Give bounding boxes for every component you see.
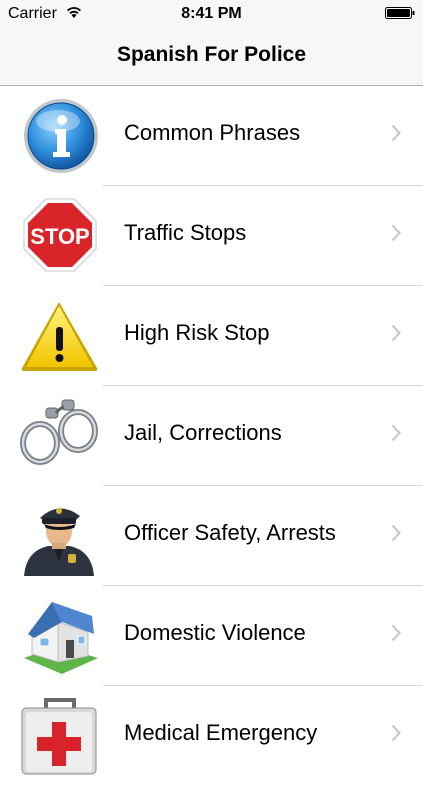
- menu-item-label: Common Phrases: [124, 120, 301, 145]
- chevron-right-icon: [391, 124, 401, 142]
- menu-item-high-risk-stop[interactable]: High Risk Stop: [0, 286, 423, 386]
- menu-item-officer-safety-arrests[interactable]: Officer Safety, Arrests: [0, 486, 423, 586]
- menu-item-label: Domestic Violence: [124, 620, 306, 645]
- info-icon: [24, 99, 98, 173]
- stop-sign-text: STOP: [30, 224, 90, 249]
- status-bar: Carrier 8:41 PM: [0, 0, 423, 28]
- menu-item-label: High Risk Stop: [124, 320, 270, 345]
- menu-item-jail-corrections[interactable]: Jail, Corrections: [0, 386, 423, 486]
- warning-icon: [21, 302, 98, 371]
- battery-icon: [385, 7, 415, 19]
- chevron-right-icon: [391, 724, 401, 742]
- menu-item-label: Traffic Stops: [124, 220, 247, 245]
- menu-item-common-phrases[interactable]: Common Phrases: [0, 86, 423, 186]
- menu-list: Common Phrases STOP Traffic Stops High R…: [0, 86, 423, 786]
- menu-item-label: Medical Emergency: [124, 720, 318, 745]
- menu-item-label: Jail, Corrections: [124, 420, 282, 445]
- handcuffs-icon: [20, 399, 98, 465]
- menu-item-traffic-stops[interactable]: STOP Traffic Stops: [0, 186, 423, 286]
- chevron-right-icon: [391, 324, 401, 342]
- chevron-right-icon: [391, 424, 401, 442]
- clock: 8:41 PM: [181, 5, 242, 22]
- page-title: Spanish For Police: [116, 43, 307, 66]
- chevron-right-icon: [391, 624, 401, 642]
- menu-item-medical-emergency[interactable]: Medical Emergency: [0, 686, 423, 786]
- chevron-right-icon: [391, 224, 401, 242]
- menu-item-label: Officer Safety, Arrests: [124, 520, 336, 545]
- navigation-bar: Spanish For Police: [0, 28, 423, 86]
- police-officer-icon: [24, 508, 94, 576]
- chevron-right-icon: [391, 524, 401, 542]
- menu-item-domestic-violence[interactable]: Domestic Violence: [0, 586, 423, 686]
- stop-sign-icon: STOP: [23, 198, 97, 272]
- house-icon: [24, 602, 98, 674]
- first-aid-kit-icon: [21, 698, 97, 775]
